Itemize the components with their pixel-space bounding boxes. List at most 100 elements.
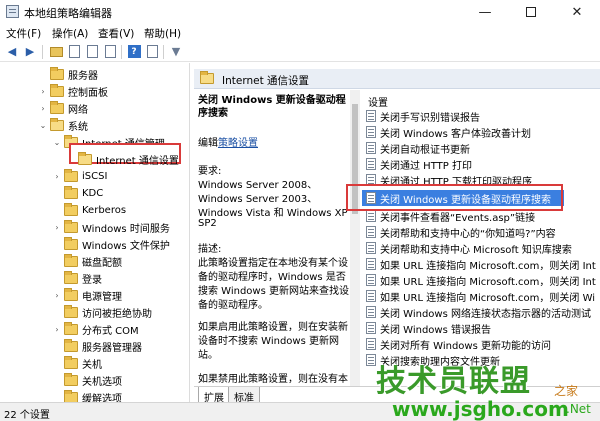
tree-item[interactable]: 关机选项 [52,372,122,388]
folder-up-icon [49,46,63,57]
description-line: 如果启用此策略设置，则在安装新 [198,322,348,333]
list-item[interactable]: 如果 URL 连接指向 Microsoft.com，则关闭 Int [366,256,596,272]
list-item[interactable]: 如果 URL 连接指向 Microsoft.com，则关闭 Int [366,272,596,288]
filter-icon[interactable]: ▼ [168,44,184,59]
list-item[interactable]: 关闭 Windows 网络连接状态指示器的活动测试 [366,304,591,320]
up-folder-button[interactable] [48,44,64,59]
tree-item[interactable]: 访问被拒绝协助 [52,304,152,320]
list-item[interactable]: 关闭自动根证书更新 [366,140,470,156]
edit-policy-link[interactable]: 策略设置 [218,138,258,149]
column-header-setting[interactable]: 设置 [368,94,388,109]
tree-item-label: 服务器管理器 [82,342,142,354]
tree-item[interactable]: ⌄ 系统 [38,117,88,133]
tree-item[interactable]: Windows 文件保护 [52,236,170,252]
tree-item-label: 磁盘配额 [82,257,122,269]
tree-item[interactable]: 服务器 [38,66,98,82]
tree-item[interactable]: › 分布式 COM [52,321,139,337]
list-item[interactable]: 关闭帮助和支持中心的“你知道吗?”内容 [366,224,556,240]
tree-item[interactable]: › 网络 [38,100,88,116]
description-line: 如果禁用此策略设置，则在没有本 [198,374,348,385]
tree-item-label: 登录 [82,274,102,286]
tree-item[interactable]: › iSCSI [52,168,107,184]
watermark-logo: 技术员联盟 [376,364,531,399]
tree-item[interactable]: › 电源管理 [52,287,122,303]
section-header: Internet 通信设置 [194,69,600,89]
expander-icon[interactable]: › [38,87,48,96]
close-button[interactable]: ✕ [554,0,600,24]
show-tree-button[interactable] [66,44,82,59]
tab-extended[interactable]: 扩展 [198,387,230,404]
back-arrow-icon[interactable]: ◀ [4,44,20,59]
policy-setting-icon [366,142,376,154]
tree-item-label: 关机选项 [82,376,122,388]
folder-open-icon [78,151,92,165]
folder-icon [64,321,78,335]
list-item[interactable]: 如果 URL 连接指向 Microsoft.com，则关闭 Wi [366,288,595,304]
tree-item[interactable]: 磁盘配额 [52,253,122,269]
extended-view-button[interactable] [144,44,160,59]
list-item-label: 如果 URL 连接指向 Microsoft.com，则关闭 Int [380,260,596,272]
description-line: Windows Server 2008、 [198,180,318,191]
policy-editor-icon [6,5,19,18]
tab-standard[interactable]: 标准 [228,387,260,404]
menu-view[interactable]: 查看(V) [98,26,134,41]
list-item[interactable]: 关闭手写识别错误报告 [366,108,480,124]
expander-icon[interactable]: › [52,172,62,181]
list-item[interactable]: 关闭 Windows 错误报告 [366,320,491,336]
minimize-button[interactable]: — [462,0,508,24]
forward-arrow-icon[interactable]: ▶ [22,44,38,59]
expander-icon[interactable]: › [52,291,62,300]
expander-icon[interactable]: › [52,325,62,334]
list-item[interactable]: 关闭帮助和支持中心 Microsoft 知识库搜索 [366,240,572,256]
tree-item[interactable]: 登录 [52,270,102,286]
console-tree-icon [68,45,80,58]
description-line: 描述: [198,244,222,255]
expander-icon[interactable]: ⌄ [38,121,48,130]
expander-icon[interactable]: › [52,223,62,232]
toolbar: ◀ ▶ ? ▼ [0,42,600,62]
description-line: 搜索 Windows 更新网站来查找设 [198,286,349,297]
list-item[interactable]: 关闭对所有 Windows 更新功能的访问 [366,336,551,352]
tree-item-label: 分布式 COM [82,325,139,337]
tree-item[interactable]: › 控制面板 [38,83,108,99]
maximize-button[interactable] [508,0,554,24]
tree-item[interactable]: Kerberos [52,202,126,218]
description-line: Windows Vista 和 Windows XP [198,208,348,219]
description-line: 站。 [198,350,218,361]
folder-icon [50,66,64,80]
description-scrollbar[interactable] [350,90,360,386]
policy-setting-icon [366,210,376,222]
menu-help[interactable]: 帮助(H) [144,26,181,41]
folder-icon [64,338,78,352]
toolbar-divider [163,45,164,59]
tree-item-label: 访问被拒绝协助 [82,308,152,320]
edit-prefix: 编辑 [198,138,218,149]
menu-file[interactable]: 文件(F) [6,26,41,41]
settings-count: 22 个设置 [4,410,50,421]
export-list-button[interactable] [102,44,118,59]
tree-item[interactable]: KDC [52,185,103,201]
list-item-label: 关闭帮助和支持中心的“你知道吗?”内容 [380,228,556,240]
properties-icon [86,45,98,58]
policy-setting-icon [366,290,376,302]
policy-setting-icon [366,158,376,170]
list-item[interactable]: 关闭通过 HTTP 打印 [366,156,472,172]
tree-item-label: 控制面板 [68,87,108,99]
description-line: 备的驱动程序。 [198,300,268,311]
properties-button[interactable] [84,44,100,59]
tree-item[interactable]: 缓解选项 [52,389,122,402]
tree-item-label: KDC [82,187,104,199]
tree-item[interactable]: › Windows 时间服务 [52,219,170,235]
expander-icon[interactable]: ⌄ [52,138,62,147]
tree-item-selected[interactable]: Internet 通信设置 [66,151,179,167]
expander-icon[interactable]: › [38,104,48,113]
help-button[interactable]: ? [126,44,142,59]
list-item[interactable]: 关闭 Windows 客户体验改善计划 [366,124,531,140]
policy-setting-icon [366,354,376,366]
list-item-label: 关闭 Windows 客户体验改善计划 [380,128,531,140]
list-item-label: 关闭手写识别错误报告 [380,112,480,124]
tree-item[interactable]: 服务器管理器 [52,338,142,354]
tree-item-label: 系统 [68,121,88,133]
menu-action[interactable]: 操作(A) [52,26,88,41]
tree-item[interactable]: 关机 [52,355,102,371]
